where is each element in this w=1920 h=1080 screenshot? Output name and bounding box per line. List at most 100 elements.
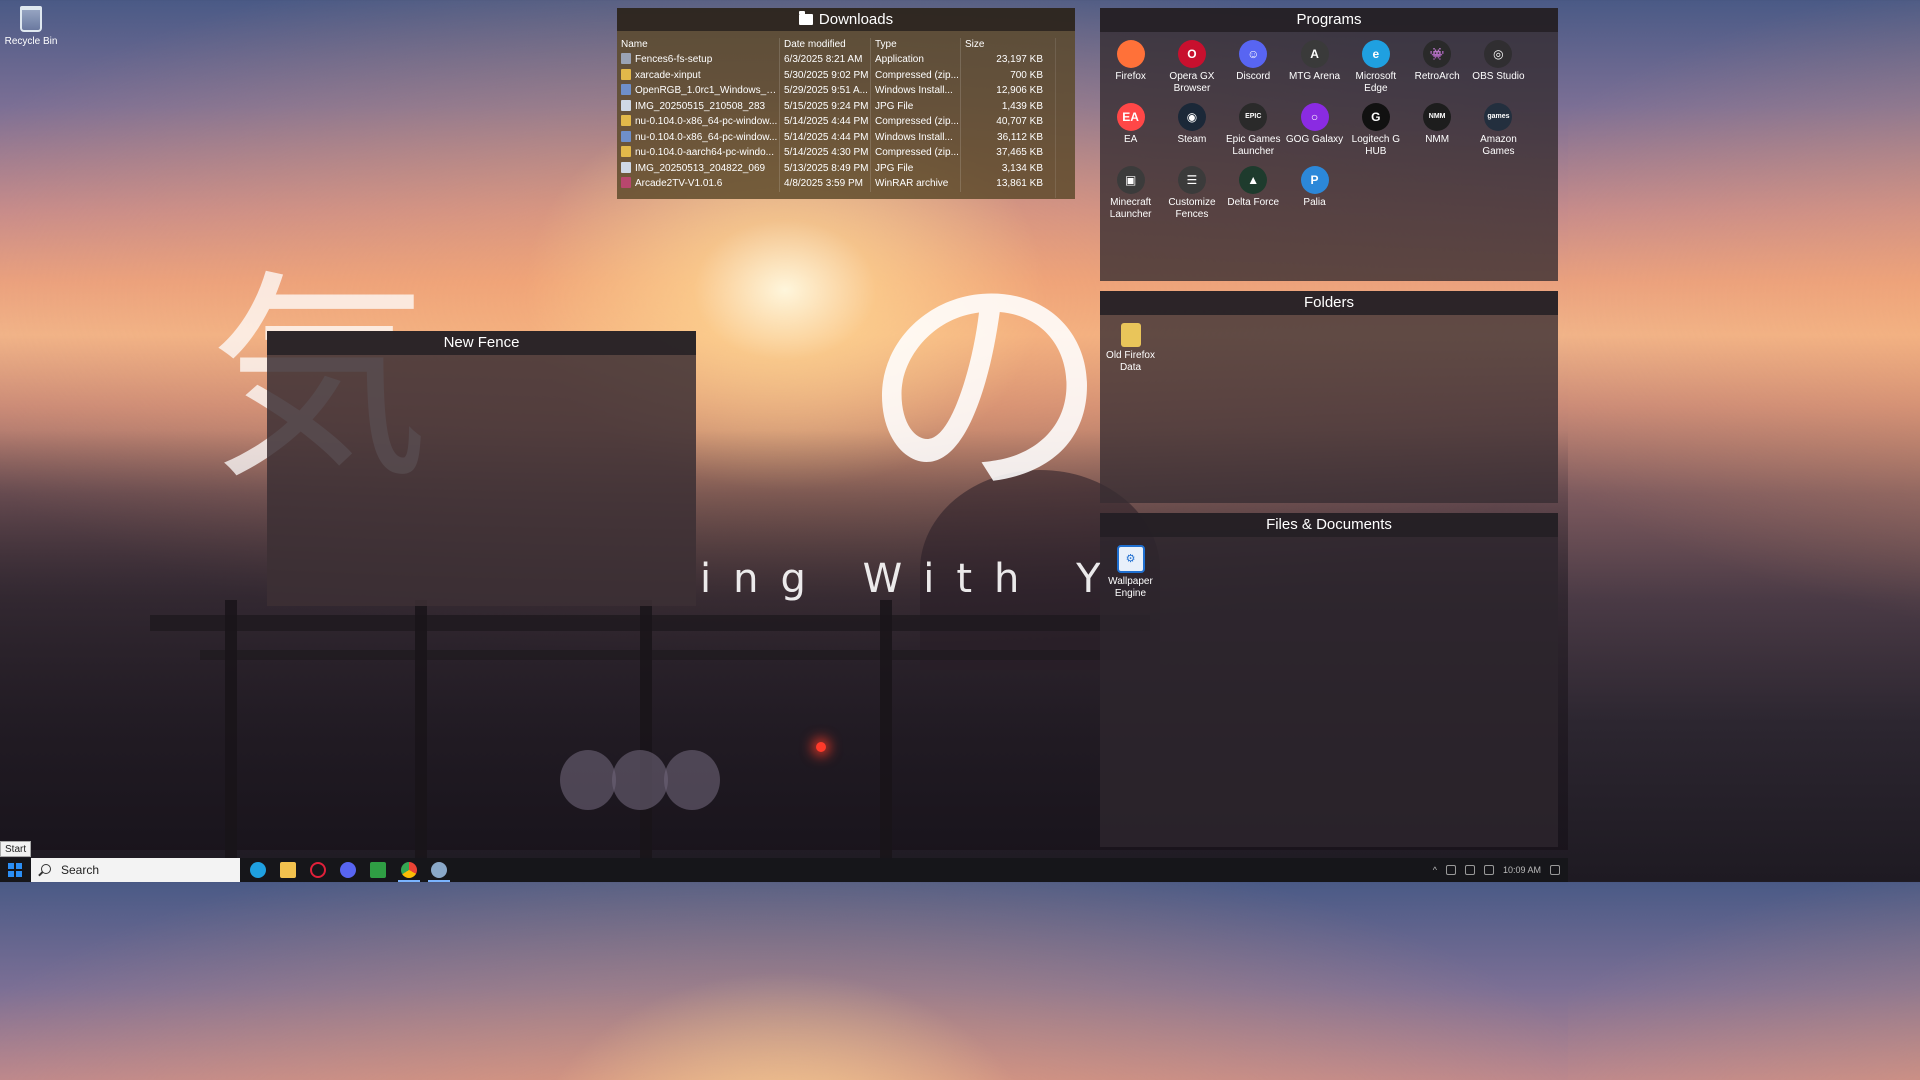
file-type-icon (621, 84, 631, 95)
download-row[interactable]: nu-0.104.0-x86_64-pc-window... 5/14/2025 … (617, 129, 1075, 145)
obs-studio-shortcut[interactable]: ◎ OBS Studio (1468, 38, 1529, 95)
download-row[interactable]: IMG_20250513_204822_069 5/13/2025 8:49 PM… (617, 160, 1075, 176)
volume-icon[interactable] (1464, 865, 1475, 875)
ea-icon: EA (1116, 103, 1145, 131)
logitech-ghub-icon: G (1361, 103, 1390, 131)
new-fence[interactable]: New Fence (267, 331, 696, 606)
shortcut-label: Amazon Games (1480, 134, 1517, 157)
date-modified-cell: 4/8/2025 3:59 PM (780, 176, 871, 192)
downloads-column-headers: Name Date modified Type Size (617, 38, 1075, 52)
file-name-cell: xarcade-xinput (617, 67, 780, 83)
downloads-fence[interactable]: Downloads Name Date modified Type Size F… (617, 8, 1075, 199)
downloads-file-list[interactable]: Name Date modified Type Size Fences6-fs-… (617, 38, 1075, 192)
date-modified-cell: 5/15/2025 9:24 PM (780, 98, 871, 114)
gog-galaxy-shortcut[interactable]: ○ GOG Galaxy (1284, 101, 1345, 158)
old-firefox-data-shortcut[interactable]: Old Firefox Data (1100, 323, 1161, 374)
file-name-cell: nu-0.104.0-x86_64-pc-window... (617, 129, 780, 145)
mtg-arena-shortcut[interactable]: A MTG Arena (1284, 38, 1345, 95)
date-modified-cell: 5/30/2025 9:02 PM (780, 67, 871, 83)
retroarch-shortcut[interactable]: 👾 RetroArch (1406, 38, 1467, 95)
discord-shortcut[interactable]: ☺ Discord (1223, 38, 1284, 95)
download-row[interactable]: xarcade-xinput 5/30/2025 9:02 PM Compresse… (617, 67, 1075, 83)
notifications-icon[interactable] (1550, 865, 1560, 875)
programs-grid: Firefox O Opera GX Browser ☺ Discord A MTG Are… (1100, 38, 1558, 221)
programs-fence[interactable]: Programs Firefox O Opera GX Browser ☺ Discor… (1100, 8, 1558, 281)
shortcut-label: OBS Studio (1472, 71, 1525, 82)
steam-icon: ◉ (1177, 103, 1206, 131)
file-type-icon (621, 53, 631, 64)
windows-logo-icon (8, 863, 22, 877)
date-modified-cell: 6/3/2025 8:21 AM (780, 52, 871, 68)
taskbar-chrome-icon[interactable] (398, 862, 420, 882)
recycle-bin[interactable]: Recycle Bin (2, 6, 60, 47)
delta-force-shortcut[interactable]: ▲ Delta Force (1223, 164, 1284, 221)
edge-shortcut[interactable]: e Microsoft Edge (1345, 38, 1406, 95)
taskbar-search-box[interactable]: Search (31, 858, 240, 882)
file-name-cell: nu-0.104.0-x86_64-pc-window... (617, 114, 780, 130)
type-cell: Compressed (zip... (871, 145, 961, 161)
customize-fences-icon: ☰ (1177, 166, 1206, 194)
programs-fence-title[interactable]: Programs (1100, 8, 1558, 32)
date-modified-cell: 5/14/2025 4:30 PM (780, 145, 871, 161)
start-button[interactable] (0, 858, 30, 882)
download-row[interactable]: nu-0.104.0-aarch64-pc-windo... 5/14/2025 … (617, 145, 1075, 161)
taskbar-xbox-icon[interactable] (370, 862, 386, 878)
firefox-shortcut[interactable]: Firefox (1100, 38, 1161, 95)
folders-fence[interactable]: Folders Old Firefox Data (1100, 291, 1558, 503)
amazon-games-icon: games (1484, 103, 1513, 131)
wallpaper-red-light (816, 742, 826, 752)
download-row[interactable]: Fences6-fs-setup 6/3/2025 8:21 AM Applicat… (617, 52, 1075, 68)
taskbar-discord-icon[interactable] (340, 862, 356, 878)
files-documents-fence[interactable]: Files & Documents ⚙ Wallpaper Engine (1100, 513, 1558, 847)
download-row[interactable]: Arcade2TV-V1.01.6 4/8/2025 3:59 PM WinRAR … (617, 176, 1075, 192)
download-row[interactable]: OpenRGB_1.0rc1_Windows_64... 5/29/2025 9:… (617, 83, 1075, 99)
palia-shortcut[interactable]: P Palia (1284, 164, 1345, 221)
column-header-type[interactable]: Type (871, 38, 961, 52)
new-fence-title[interactable]: New Fence (267, 331, 696, 355)
size-cell: 23,197 KB (996, 54, 1043, 65)
nmm-icon: NMM (1423, 103, 1452, 131)
download-row[interactable]: nu-0.104.0-x86_64-pc-window... 5/14/2025 … (617, 114, 1075, 130)
taskbar-opera-gx-icon[interactable] (310, 862, 326, 878)
minecraft-launcher-shortcut[interactable]: ▣ Minecraft Launcher (1100, 164, 1161, 221)
wallpaper-subtitle: ing With Y (700, 556, 1123, 602)
nmm-shortcut[interactable]: NMM NMM (1406, 101, 1467, 158)
downloads-scrollbar[interactable] (1055, 38, 1067, 198)
obs-studio-icon: ◎ (1484, 40, 1513, 68)
shortcut-label: Old Firefox Data (1106, 350, 1155, 373)
clock[interactable]: 10:09 AM (1503, 865, 1541, 875)
shortcut-label: GOG Galaxy (1285, 134, 1344, 145)
chevron-up-icon[interactable]: ^ (1433, 865, 1437, 875)
date-modified-cell: 5/14/2025 4:44 PM (780, 114, 871, 130)
downloads-fence-title[interactable]: Downloads (617, 8, 1075, 31)
epic-games-shortcut[interactable]: EPIC Epic Games Launcher (1223, 101, 1284, 158)
type-cell: Compressed (zip... (871, 114, 961, 130)
edge-icon: e (1361, 40, 1390, 68)
network-icon[interactable] (1445, 865, 1456, 875)
logitech-ghub-shortcut[interactable]: G Logitech G HUB (1345, 101, 1406, 158)
steam-shortcut[interactable]: ◉ Steam (1161, 101, 1222, 158)
wallpaper-engine-shortcut[interactable]: ⚙ Wallpaper Engine (1100, 545, 1161, 600)
column-header-date-modified[interactable]: Date modified (780, 38, 871, 52)
download-row[interactable]: IMG_20250515_210508_283 5/15/2025 9:24 PM… (617, 98, 1075, 114)
type-cell: Compressed (zip... (871, 67, 961, 83)
search-icon (41, 864, 51, 874)
files-documents-fence-title[interactable]: Files & Documents (1100, 513, 1558, 537)
taskbar-file-explorer-icon[interactable] (280, 862, 296, 878)
folders-fence-title[interactable]: Folders (1100, 291, 1558, 315)
type-cell: Application (871, 52, 961, 68)
taskbar-edge-icon[interactable] (250, 862, 266, 878)
palia-icon: P (1300, 166, 1329, 194)
column-header-name[interactable]: Name (617, 38, 780, 52)
column-header-size[interactable]: Size (961, 38, 1047, 52)
ea-shortcut[interactable]: EA EA (1100, 101, 1161, 158)
customize-fences-shortcut[interactable]: ☰ Customize Fences (1161, 164, 1222, 221)
opera-gx-shortcut[interactable]: O Opera GX Browser (1161, 38, 1222, 95)
file-type-icon (621, 115, 631, 126)
size-cell: 3,134 KB (1001, 162, 1043, 174)
type-cell: WinRAR archive (871, 176, 961, 192)
amazon-games-shortcut[interactable]: games Amazon Games (1468, 101, 1529, 158)
display-icon[interactable] (1483, 865, 1494, 875)
shortcut-label: NMM (1425, 134, 1450, 145)
taskbar-fences-icon[interactable] (428, 862, 450, 882)
